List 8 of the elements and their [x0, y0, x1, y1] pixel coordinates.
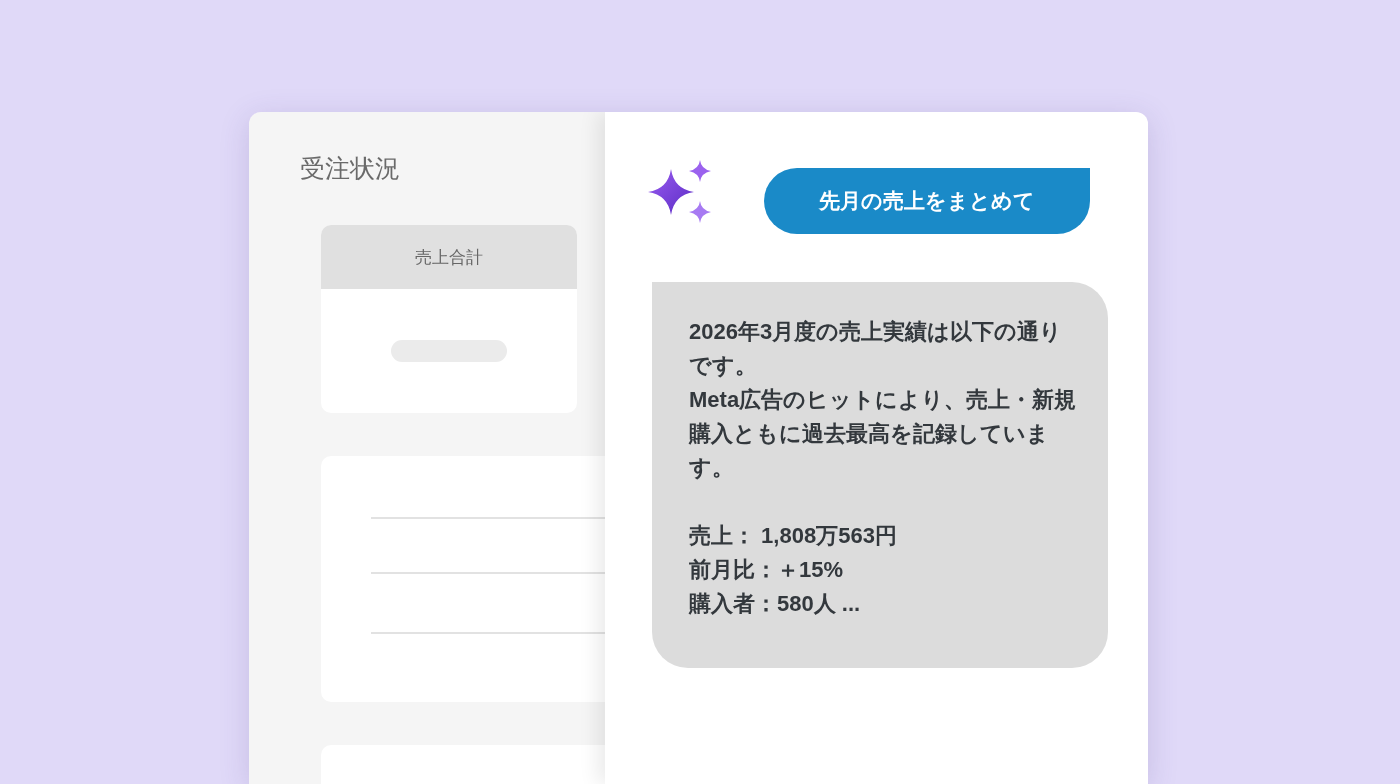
reply-text: 2026年3月度の売上実績は以下の通りです。 [689, 318, 1064, 380]
summary-card-header: 売上合計 [321, 225, 577, 289]
stat-line: 前月比：＋15% [689, 556, 845, 584]
reply-text: Meta広告のヒットにより、売上・新規購入ともに過去最高を記録しています。 [689, 386, 1078, 482]
stat-line: 購入者：580人 ... [689, 590, 862, 618]
user-message: 先月の売上をまとめて [764, 168, 1090, 234]
page-title: 受注状況 [300, 153, 401, 184]
stat-line: 売上： 1,808万563円 [689, 522, 898, 550]
